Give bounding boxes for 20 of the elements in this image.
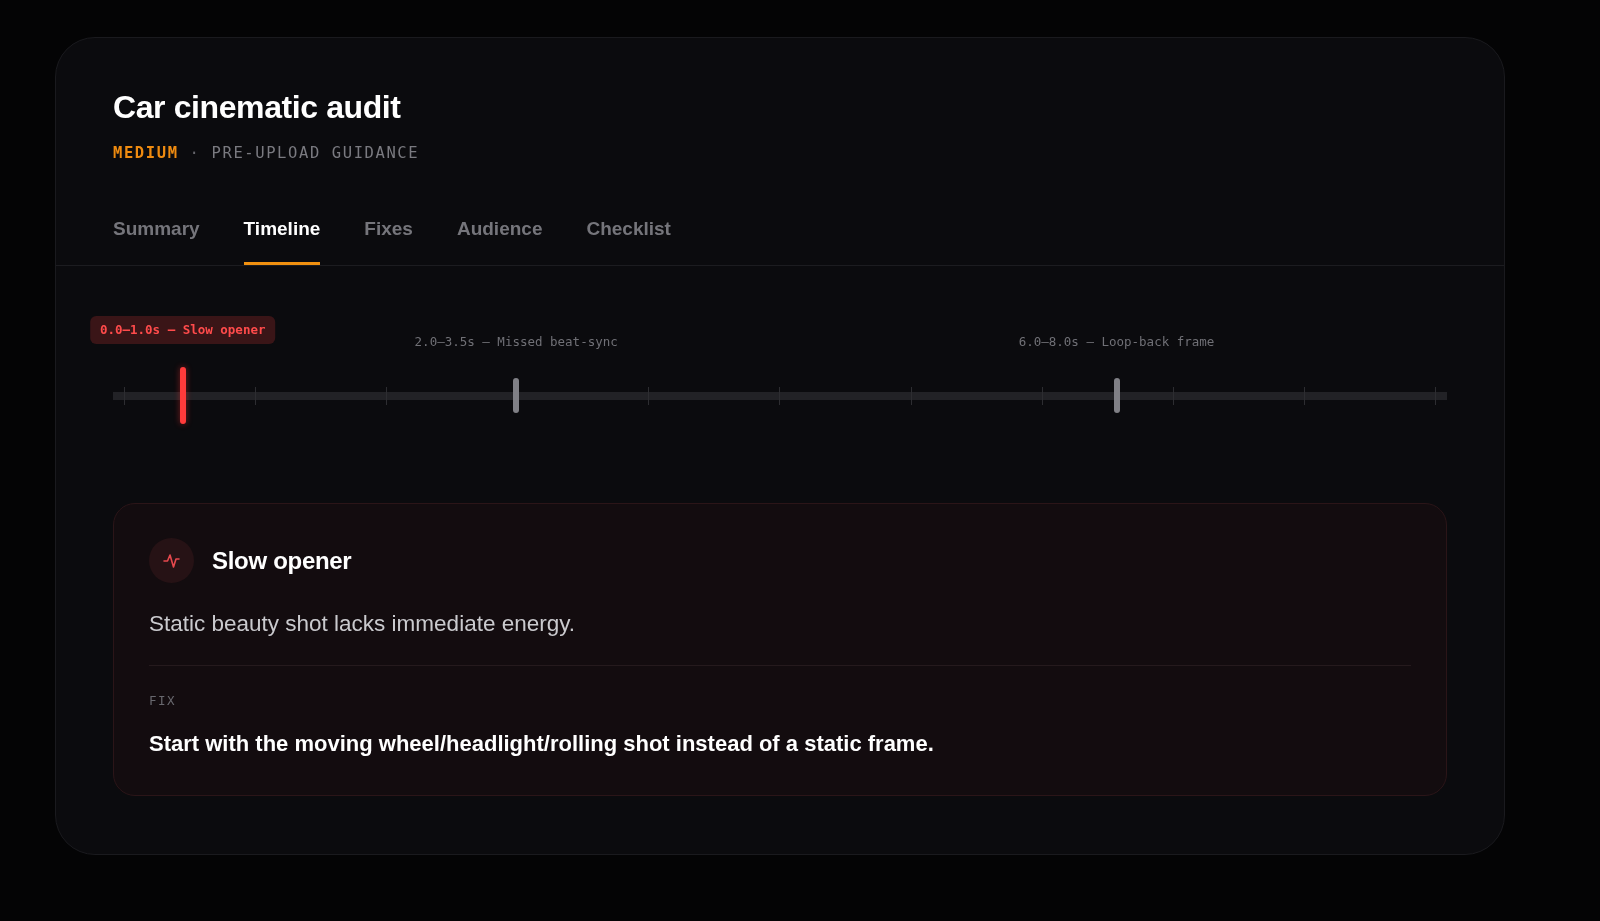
issue-title: Slow opener bbox=[212, 545, 352, 576]
severity-label: MEDIUM bbox=[113, 143, 179, 163]
tab[interactable]: Fixes bbox=[364, 209, 413, 265]
tab[interactable]: Timeline bbox=[243, 209, 321, 265]
panel-title: Car cinematic audit bbox=[113, 88, 401, 127]
timeline-marker[interactable] bbox=[513, 378, 520, 413]
context-label: PRE-UPLOAD GUIDANCE bbox=[211, 143, 420, 163]
marker-label: 6.0–8.0s — Loop-back frame bbox=[1018, 334, 1215, 350]
tab[interactable]: Summary bbox=[113, 209, 200, 265]
pulse-icon bbox=[149, 538, 194, 583]
tab[interactable]: Audience bbox=[456, 209, 543, 265]
timeline-marker[interactable] bbox=[179, 367, 186, 424]
marker-label: 0.0–1.0s — Slow opener bbox=[89, 316, 276, 344]
marker-label: 2.0–3.5s — Missed beat-sync bbox=[414, 334, 618, 350]
issue-description: Static beauty shot lacks immediate energy. bbox=[149, 610, 577, 638]
tab[interactable]: Checklist bbox=[586, 209, 671, 265]
fix-label: FIX bbox=[149, 693, 178, 709]
fix-text: Start with the moving wheel/headlight/rolling shot instead of a static frame. bbox=[149, 730, 935, 758]
timeline-marker[interactable] bbox=[1113, 378, 1120, 413]
subtitle-separator: · bbox=[189, 143, 201, 163]
